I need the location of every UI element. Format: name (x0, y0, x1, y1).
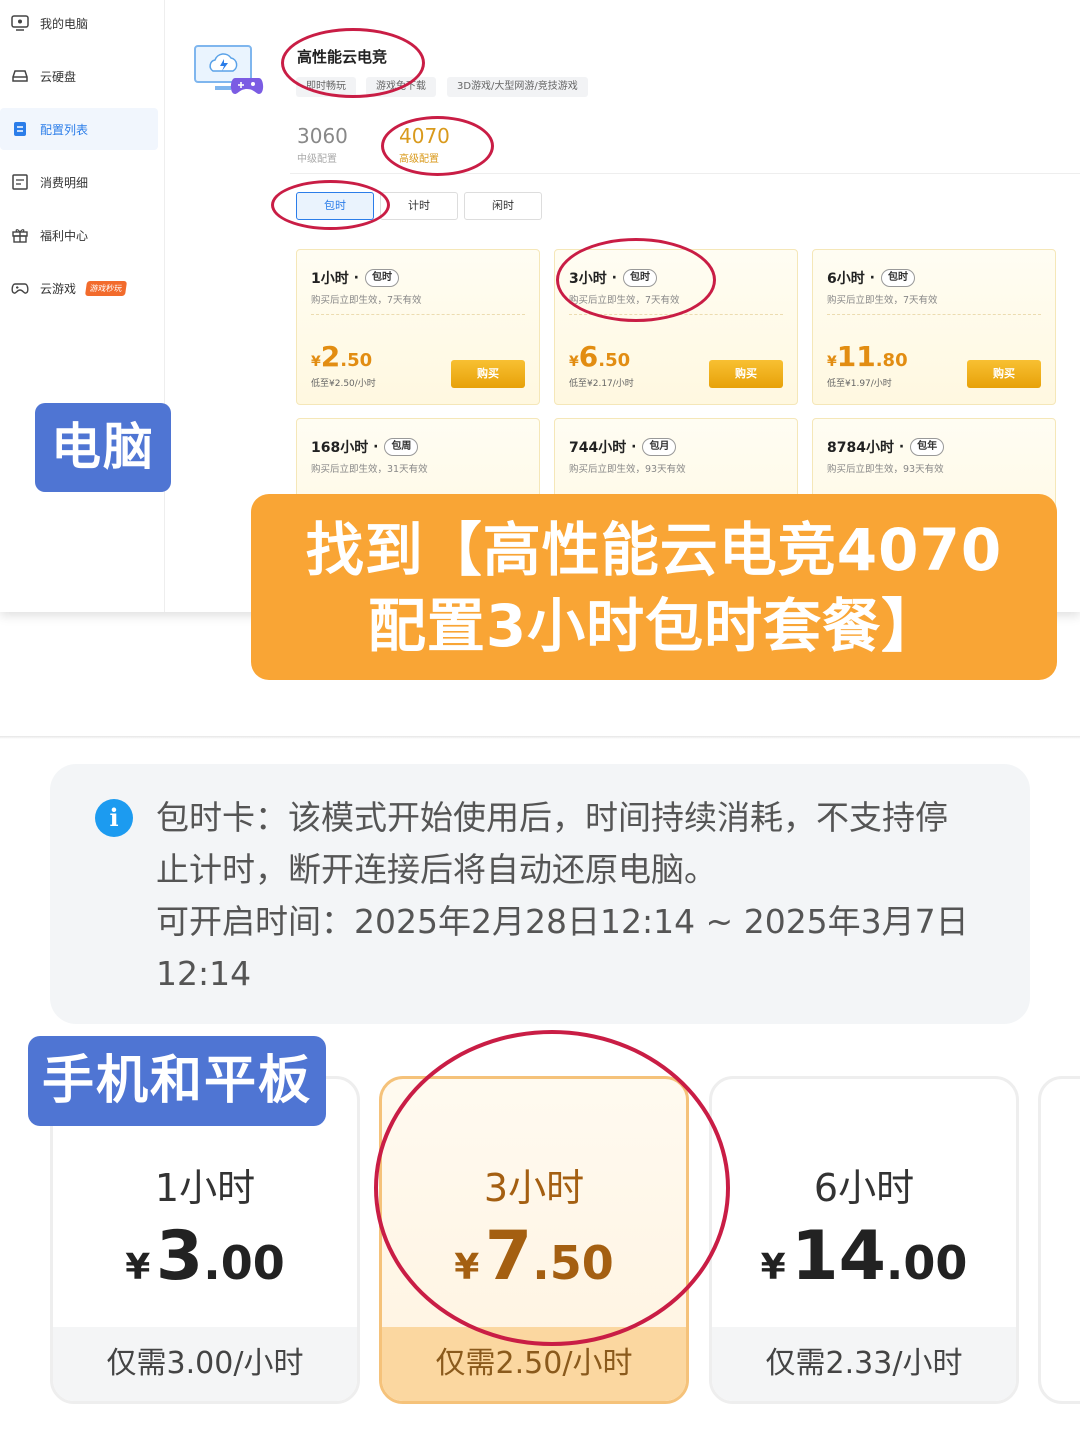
mobile-plan-card-6h[interactable]: 6小时 ¥ 14.00 仅需2.33/小时 (709, 1076, 1019, 1404)
sidebar-item-welfare[interactable]: 福利中心 (0, 214, 158, 256)
mobile-plan-card-next[interactable] (1038, 1076, 1080, 1404)
gpu-option-number: 3060 (297, 124, 348, 148)
plan-hours: 1小时 (154, 1166, 256, 1210)
highlight-circle (271, 180, 390, 230)
plan-price: ¥6.50 (569, 340, 631, 373)
banner-line: 找到【高性能云电竞4070 (305, 516, 1003, 584)
pc-label-badge: 电脑 (35, 403, 171, 492)
plan-hours: 1小时 (311, 271, 349, 287)
plan-price: ¥11.80 (827, 340, 908, 373)
plan-price: ¥ 14.00 (760, 1217, 968, 1296)
plan-unit-price: 仅需2.33/小时 (712, 1327, 1016, 1401)
divider (0, 736, 1080, 739)
plan-desc: 购买后立即生效，7天有效 (311, 295, 422, 306)
buy-button[interactable]: 购买 (709, 360, 783, 388)
plan-desc: 购买后立即生效，31天有效 (311, 464, 428, 475)
sidebar-item-label: 云游戏 (40, 281, 77, 296)
hard-disk-icon (10, 68, 30, 84)
sidebar: 我的电脑 云硬盘 配置列表 消费明细 福利中心 云游戏 游戏秒玩 (0, 0, 165, 612)
divider (827, 314, 1041, 315)
plan-type-pill: 包时 (364, 269, 399, 287)
plan-hours: 6小时 (813, 1166, 915, 1210)
plan-type-pill: 包月 (642, 438, 677, 456)
plan-hours: 8784小时 (827, 440, 894, 456)
plan-hours: 744小时 (569, 440, 627, 456)
sidebar-item-label: 配置列表 (40, 122, 89, 137)
info-icon: i (95, 799, 133, 837)
plan-unit-price: 低至¥2.17/小时 (569, 379, 634, 389)
buy-button[interactable]: 购买 (451, 360, 525, 388)
plan-price: ¥ 3.00 (125, 1217, 285, 1296)
cloud-gaming-icon (193, 44, 265, 96)
sidebar-item-label: 我的电脑 (40, 16, 89, 31)
sidebar-item-cloud-game[interactable]: 云游戏 游戏秒玩 (0, 267, 158, 309)
plan-unit-price: 低至¥2.50/小时 (311, 379, 376, 389)
highlight-circle (381, 116, 494, 176)
monitor-icon (10, 15, 30, 31)
sidebar-item-config-list[interactable]: 配置列表 (0, 108, 158, 150)
plan-unit-price: 低至¥1.97/小时 (827, 379, 892, 389)
clipboard-list-icon (10, 121, 30, 137)
sidebar-item-label: 消费明细 (40, 175, 89, 190)
instruction-banner: 找到【高性能云电竞4070 配置3小时包时套餐】 (251, 494, 1057, 680)
mode-tab-idle[interactable]: 闲时 (464, 192, 542, 220)
plan-type-pill: 包周 (384, 438, 419, 456)
plan-type-pill: 包时 (880, 269, 915, 287)
feature-tag: 3D游戏/大型网游/竞技游戏 (447, 77, 588, 97)
gamepad-icon (10, 280, 30, 296)
sidebar-item-my-pc[interactable]: 我的电脑 (0, 2, 158, 44)
gpu-option-3060[interactable]: 3060 中级配置 (297, 124, 348, 165)
gift-icon (10, 227, 30, 243)
divider (290, 173, 1080, 174)
highlight-circle (556, 238, 716, 322)
package-notice: i 包时卡：该模式开始使用后，时间持续消耗，不支持停 止计时，断开连接后将自动还… (50, 764, 1030, 1024)
sidebar-item-billing[interactable]: 消费明细 (0, 161, 158, 203)
receipt-icon (10, 174, 30, 190)
notice-text: 包时卡：该模式开始使用后，时间持续消耗，不支持停 止计时，断开连接后将自动还原电… (156, 798, 969, 993)
plan-desc: 购买后立即生效，93天有效 (827, 464, 944, 475)
plan-unit-price: 仅需3.00/小时 (53, 1327, 357, 1401)
buy-button[interactable]: 购买 (967, 360, 1041, 388)
sidebar-item-cloud-disk[interactable]: 云硬盘 (0, 55, 158, 97)
plan-desc: 购买后立即生效，93天有效 (569, 464, 686, 475)
plan-hours: 6小时 (827, 271, 865, 287)
plan-desc: 购买后立即生效，7天有效 (827, 295, 938, 306)
banner-line: 配置3小时包时套餐】 (367, 592, 941, 660)
gpu-option-tier: 中级配置 (297, 154, 337, 165)
sidebar-item-label: 福利中心 (40, 228, 89, 243)
plan-card-6h[interactable]: 6小时 · 包时 购买后立即生效，7天有效 ¥11.80 低至¥1.97/小时 购… (812, 249, 1056, 405)
highlight-circle (281, 28, 425, 98)
highlight-circle (374, 1030, 730, 1346)
hot-badge: 游戏秒玩 (84, 280, 128, 296)
plan-price: ¥2.50 (311, 340, 373, 373)
plan-card-1h[interactable]: 1小时 · 包时 购买后立即生效，7天有效 ¥2.50 低至¥2.50/小时 购买 (296, 249, 540, 405)
sidebar-item-label: 云硬盘 (40, 69, 77, 84)
mode-tab-metered[interactable]: 计时 (380, 192, 458, 220)
plan-hours: 168小时 (311, 440, 369, 456)
divider (311, 314, 525, 315)
plan-type-pill: 包年 (910, 438, 945, 456)
mobile-label-badge: 手机和平板 (28, 1036, 326, 1126)
